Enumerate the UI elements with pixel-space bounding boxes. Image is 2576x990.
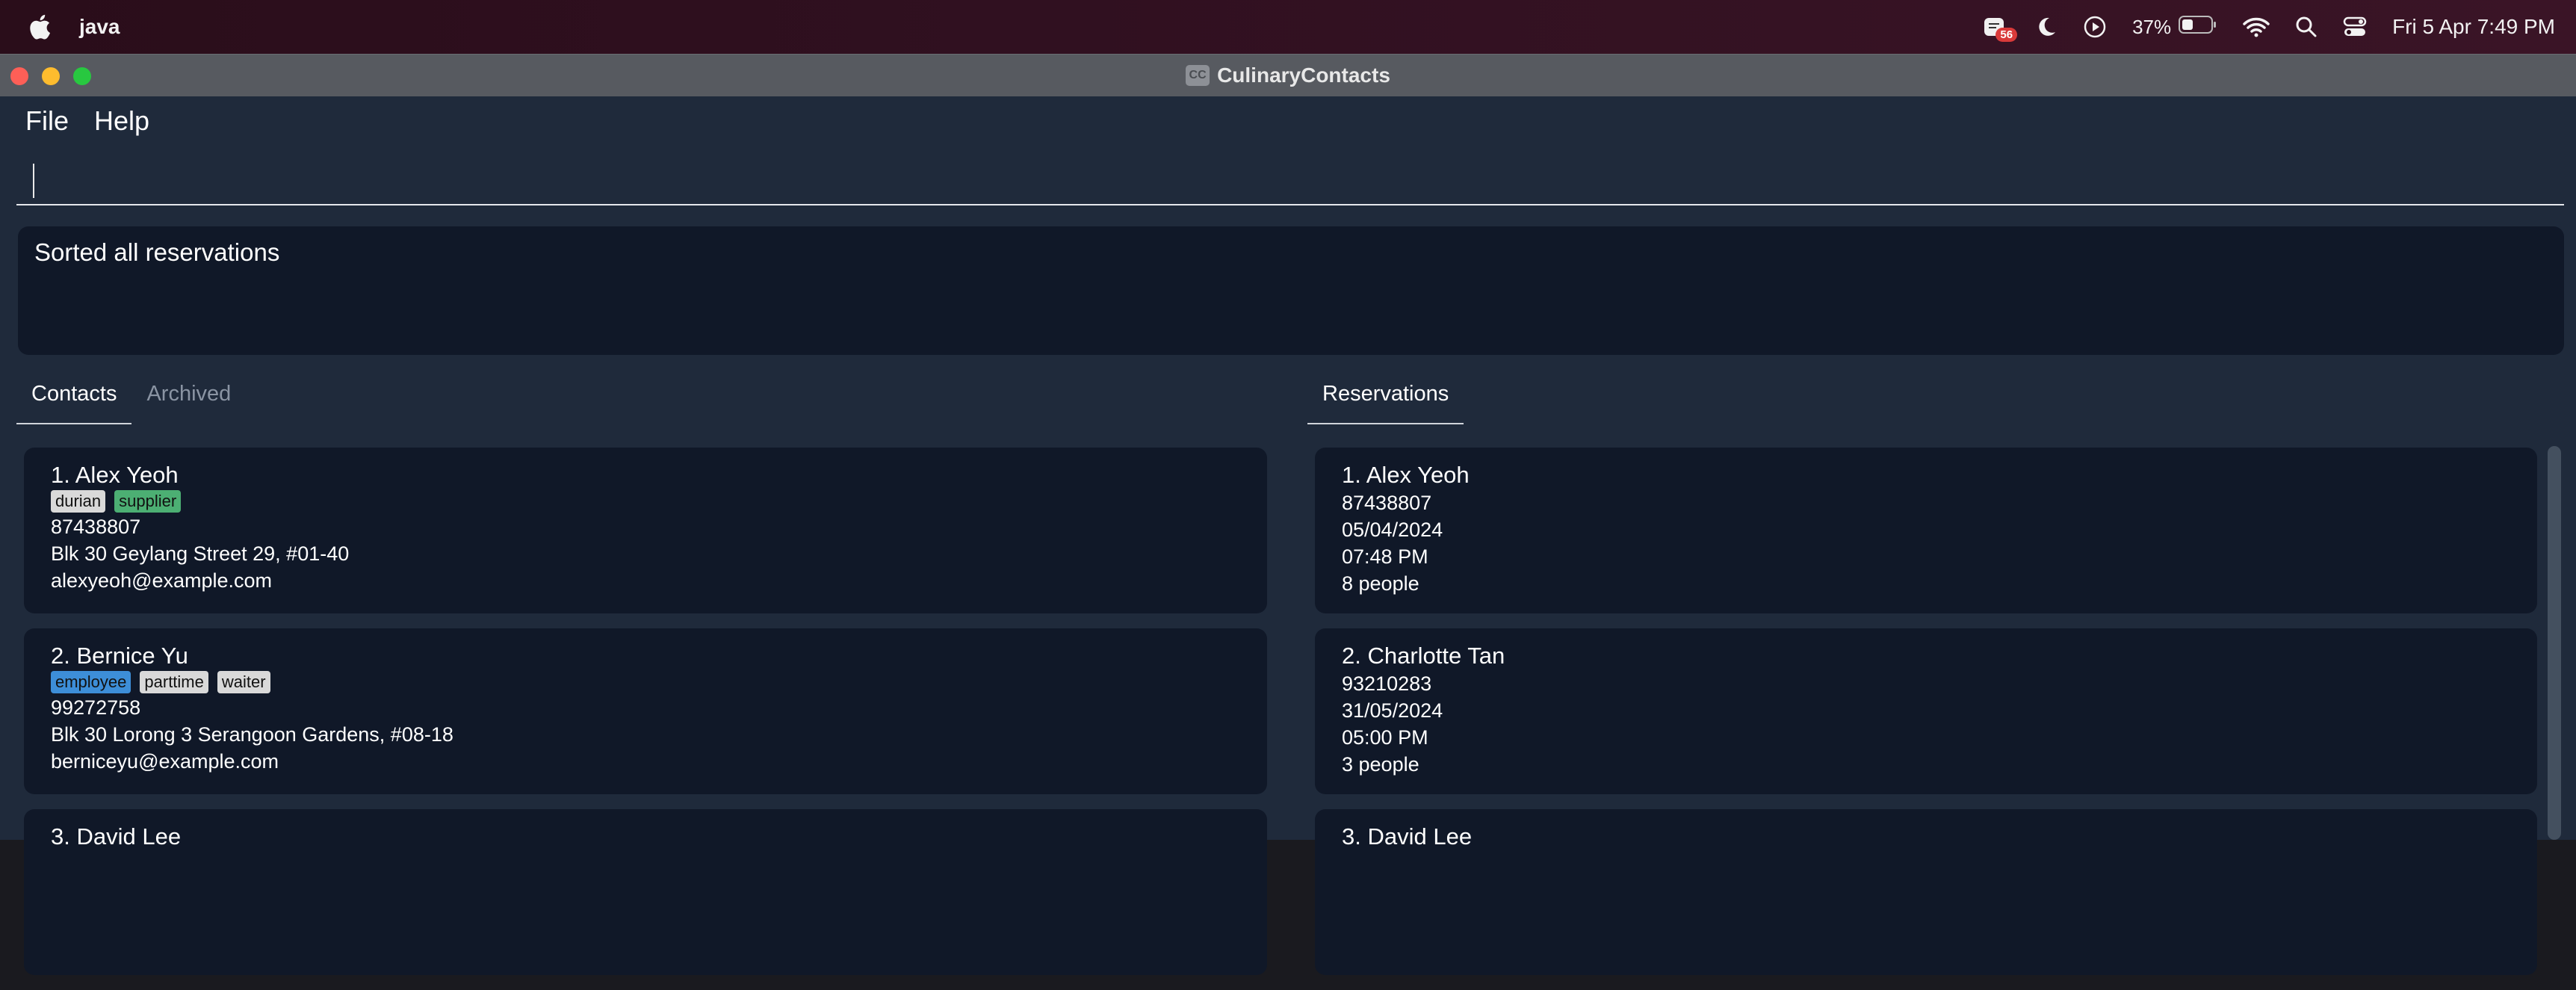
contact-address: Blk 30 Lorong 3 Serangoon Gardens, #08-1… xyxy=(51,723,453,746)
play-icon[interactable] xyxy=(2083,12,2107,42)
contact-name: 2. Bernice Yu xyxy=(51,643,188,669)
menubar-clock[interactable]: Fri 5 Apr 7:49 PM xyxy=(2392,15,2555,39)
reservation-phone: 87438807 xyxy=(1342,492,1432,514)
reservation-pax: 3 people xyxy=(1342,753,1419,776)
reservation-card[interactable]: 3. David Lee xyxy=(1315,809,2537,975)
contact-address: Blk 30 Geylang Street 29, #01-40 xyxy=(51,542,350,565)
contact-email: berniceyu@example.com xyxy=(51,750,279,773)
app-body: File Help Sorted all reservations Contac… xyxy=(0,96,2576,975)
reservation-name: 2. Charlotte Tan xyxy=(1342,643,1505,669)
reservation-pax: 8 people xyxy=(1342,572,1419,595)
reservation-name: 3. David Lee xyxy=(1342,823,1473,850)
contact-list[interactable]: 1. Alex Yeoh durian supplier 87438807 Bl… xyxy=(24,448,1267,990)
contacts-tab-bar: Contacts Archived xyxy=(16,382,246,424)
contact-name: 1. Alex Yeoh xyxy=(51,462,179,488)
contact-tags: durian supplier xyxy=(51,490,1240,513)
reservation-date: 05/04/2024 xyxy=(1342,519,1443,541)
tab-contacts[interactable]: Contacts xyxy=(16,382,132,424)
menubar-app-name[interactable]: java xyxy=(79,15,120,39)
contact-card[interactable]: 1. Alex Yeoh durian supplier 87438807 Bl… xyxy=(24,448,1267,613)
reservation-date: 31/05/2024 xyxy=(1342,699,1443,722)
window-controls xyxy=(10,67,91,85)
contact-card[interactable]: 2. Bernice Yu employee parttime waiter 9… xyxy=(24,628,1267,794)
reservation-time: 05:00 PM xyxy=(1342,726,1428,749)
tag-label: supplier xyxy=(114,490,182,513)
reservations-tab-bar: Reservations xyxy=(1307,382,1464,424)
reservation-card[interactable]: 2. Charlotte Tan 93210283 31/05/2024 05:… xyxy=(1315,628,2537,794)
reservation-list[interactable]: 1. Alex Yeoh 87438807 05/04/2024 07:48 P… xyxy=(1315,448,2537,990)
reservation-time: 07:48 PM xyxy=(1342,545,1428,568)
notification-badge: 56 xyxy=(1996,28,2018,42)
wifi-icon[interactable] xyxy=(2243,12,2270,42)
tag-label: durian xyxy=(51,490,106,513)
contact-name: 3. David Lee xyxy=(51,823,182,850)
result-text: Sorted all reservations xyxy=(34,238,280,266)
macos-menu-bar: java 56 37% Fri 5 Apr 7:49 PM xyxy=(0,0,2576,54)
tag-label: employee xyxy=(51,671,131,693)
tab-reservations[interactable]: Reservations xyxy=(1307,382,1464,424)
window-title-bar[interactable]: CC CulinaryContacts xyxy=(0,54,2576,96)
minimize-window-button[interactable] xyxy=(42,67,60,85)
reservation-name: 1. Alex Yeoh xyxy=(1342,462,1470,488)
notification-app-icon[interactable]: 56 xyxy=(1980,12,2018,42)
tag-label: waiter xyxy=(217,671,270,693)
moon-icon[interactable] xyxy=(2035,12,2058,42)
contact-phone: 99272758 xyxy=(51,696,141,719)
menu-help[interactable]: Help xyxy=(94,102,149,140)
contact-tags: employee parttime waiter xyxy=(51,671,1240,693)
reservation-card[interactable]: 1. Alex Yeoh 87438807 05/04/2024 07:48 P… xyxy=(1315,448,2537,613)
app-logo-icon: CC xyxy=(1186,65,1210,86)
battery-percent: 37% xyxy=(2132,15,2172,38)
result-display: Sorted all reservations xyxy=(18,226,2564,355)
battery-icon xyxy=(2179,15,2217,40)
reservation-phone: 93210283 xyxy=(1342,672,1432,695)
close-window-button[interactable] xyxy=(10,67,28,85)
apple-icon[interactable] xyxy=(28,12,54,42)
app-menu-bar: File Help xyxy=(25,102,149,140)
menu-file[interactable]: File xyxy=(25,102,69,140)
contact-email: alexyeoh@example.com xyxy=(51,569,273,592)
search-icon[interactable] xyxy=(2295,12,2318,42)
tag-label: parttime xyxy=(140,671,208,693)
contact-phone: 87438807 xyxy=(51,516,141,538)
window-title: CulinaryContacts xyxy=(1217,64,1390,87)
control-center-icon[interactable] xyxy=(2343,12,2367,42)
reservation-list-scrollbar[interactable] xyxy=(2548,446,2561,840)
zoom-window-button[interactable] xyxy=(73,67,91,85)
command-input[interactable] xyxy=(16,153,2564,205)
tab-archived[interactable]: Archived xyxy=(131,382,246,424)
text-caret xyxy=(33,164,34,198)
contact-card[interactable]: 3. David Lee xyxy=(24,809,1267,975)
battery-status[interactable]: 37% xyxy=(2132,12,2217,42)
